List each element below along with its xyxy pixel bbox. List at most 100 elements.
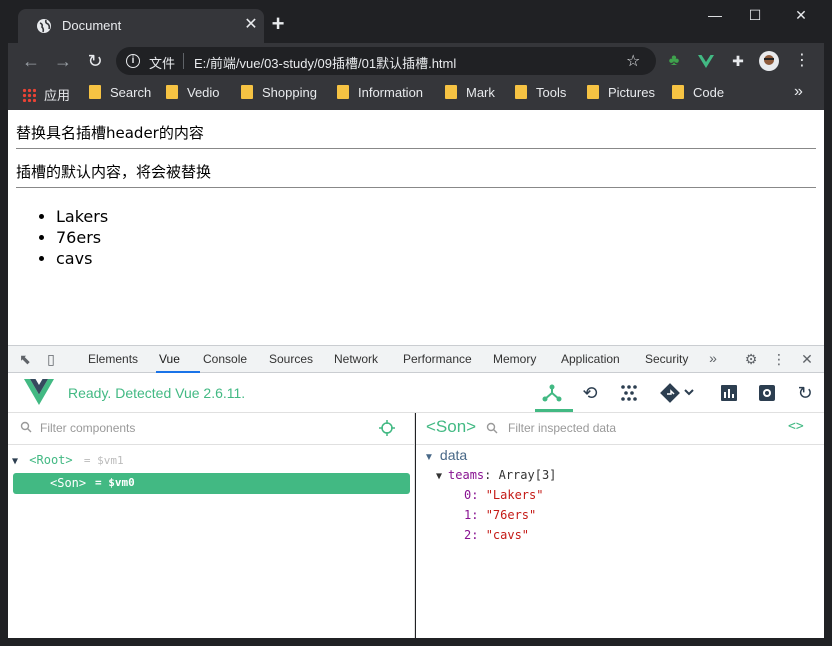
- son-vm-ref: = $vm0: [95, 476, 135, 489]
- folder-icon: [587, 85, 599, 99]
- bookmark-shopping[interactable]: Shopping: [241, 85, 317, 103]
- search-icon: [486, 422, 498, 434]
- root-vm-ref: = $vm1: [83, 454, 124, 467]
- close-window-button[interactable]: ✕: [786, 4, 816, 26]
- back-icon[interactable]: ←: [18, 48, 44, 74]
- bookmark-apps[interactable]: 应用: [22, 85, 70, 103]
- vuex-dots-icon[interactable]: [617, 381, 641, 405]
- collapse-arrow-icon[interactable]: ▼: [424, 452, 434, 463]
- default-slot-text: 插槽的默认内容，将会被替换: [16, 163, 212, 181]
- data-section-header[interactable]: ▼ data: [424, 447, 467, 463]
- bookmark-star-icon[interactable]: ☆: [626, 51, 640, 71]
- component-tree-pane: Filter components ▼ <Root> = $vm1 <Son> …: [8, 413, 415, 638]
- evernote-icon[interactable]: ♣: [664, 51, 684, 71]
- tab-memory[interactable]: Memory: [493, 352, 536, 366]
- history-icon[interactable]: ⟲: [578, 381, 602, 405]
- property-type: Array[3]: [498, 468, 557, 482]
- inspect-element-icon[interactable]: ⬉: [16, 350, 34, 368]
- routing-dropdown-icon[interactable]: [658, 381, 698, 405]
- folder-icon: [672, 85, 684, 99]
- inspected-component-title: <Son>: [426, 417, 477, 436]
- array-index: 0:: [464, 488, 479, 502]
- divider: [16, 148, 816, 149]
- filter-components-input[interactable]: Filter components: [40, 421, 135, 435]
- list-item: cavs: [56, 248, 108, 269]
- list-item: 76ers: [56, 227, 108, 248]
- inspector-header: <Son> Filter inspected data <>: [416, 413, 824, 445]
- chrome-menu-icon[interactable]: ⋮: [792, 51, 812, 71]
- page-viewport: 替换具名插槽header的内容 插槽的默认内容，将会被替换 Lakers 76e…: [8, 110, 824, 345]
- tab-sources[interactable]: Sources: [269, 352, 313, 366]
- bookmark-search[interactable]: Search: [89, 85, 151, 103]
- url-text[interactable]: E:/前端/vue/03-study/09插槽/01默认插槽.html: [194, 53, 456, 72]
- expand-arrow-icon[interactable]: ▼: [436, 471, 442, 482]
- search-icon: [20, 421, 32, 433]
- son-component-label: <Son>: [50, 476, 87, 490]
- inspect-dom-code-icon[interactable]: <>: [788, 419, 804, 434]
- settings-icon[interactable]: [755, 381, 779, 405]
- close-devtools-icon[interactable]: ✕: [798, 350, 816, 368]
- bookmark-label: Information: [358, 85, 424, 100]
- folder-icon: [166, 85, 178, 99]
- divider: [16, 187, 816, 188]
- refresh-icon[interactable]: ↻: [793, 381, 817, 405]
- array-index: 1:: [464, 508, 479, 522]
- vue-logo-icon: [24, 379, 54, 405]
- reload-icon[interactable]: ↻: [82, 48, 108, 74]
- expand-arrow-icon[interactable]: ▼: [12, 456, 18, 467]
- browser-tab[interactable]: Document ✕: [18, 9, 264, 43]
- bookmark-pictures[interactable]: Pictures: [587, 85, 655, 103]
- minimize-button[interactable]: —: [700, 4, 730, 26]
- bookmark-label: Search: [110, 85, 152, 100]
- bookmark-code[interactable]: Code: [672, 85, 724, 103]
- tab-performance[interactable]: Performance: [403, 352, 472, 366]
- folder-icon: [337, 85, 349, 99]
- active-view-indicator: [535, 409, 573, 412]
- bookmark-information[interactable]: Information: [337, 85, 423, 103]
- bookmark-mark[interactable]: Mark: [445, 85, 495, 103]
- components-tab-icon[interactable]: [540, 381, 564, 405]
- maximize-button[interactable]: ☐: [740, 4, 770, 26]
- tab-network[interactable]: Network: [334, 352, 378, 366]
- tab-vue[interactable]: Vue: [159, 352, 180, 366]
- select-component-target-icon[interactable]: [379, 420, 395, 436]
- tree-node-root[interactable]: ▼ <Root> = $vm1: [12, 453, 124, 467]
- new-tab-button[interactable]: +: [266, 12, 290, 38]
- window-border-left: [0, 0, 8, 646]
- filter-inspected-data-input[interactable]: Filter inspected data: [508, 421, 616, 435]
- teams-property-row[interactable]: ▼ teams: Array[3]: [436, 468, 556, 482]
- bookmark-tools[interactable]: Tools: [515, 85, 566, 103]
- browser-toolbar: ← → ↻ i 文件 E:/前端/vue/03-study/09插槽/01默认插…: [8, 43, 824, 79]
- extensions-puzzle-icon[interactable]: ✚: [728, 51, 748, 71]
- tree-node-son[interactable]: <Son> = $vm0: [13, 473, 410, 494]
- profile-avatar[interactable]: [759, 51, 779, 71]
- tab-title: Document: [62, 18, 122, 33]
- vue-devtools-extension-icon[interactable]: [696, 51, 716, 71]
- info-icon[interactable]: i: [126, 54, 140, 68]
- window-border-bottom: [0, 638, 832, 646]
- inspector-pane: <Son> Filter inspected data <> ▼ data ▼ te…: [416, 413, 824, 638]
- tab-console[interactable]: Console: [203, 352, 247, 366]
- header-slot-text: 替换具名插槽header的内容: [16, 124, 204, 142]
- tab-close-icon[interactable]: ✕: [242, 15, 260, 35]
- more-tabs-icon[interactable]: »: [704, 349, 722, 367]
- bookmark-label: Shopping: [262, 85, 317, 100]
- settings-gear-icon[interactable]: ⚙: [742, 350, 760, 368]
- address-bar[interactable]: i 文件 E:/前端/vue/03-study/09插槽/01默认插槽.html…: [116, 47, 656, 75]
- bookmark-label: Vedio: [187, 85, 220, 100]
- bookmarks-more-icon[interactable]: »: [794, 83, 803, 101]
- tab-elements[interactable]: Elements: [88, 352, 138, 366]
- forward-icon[interactable]: →: [50, 48, 76, 74]
- bookmark-vedio[interactable]: Vedio: [166, 85, 220, 103]
- folder-icon: [515, 85, 527, 99]
- devtools-menu-icon[interactable]: ⋮: [770, 350, 788, 368]
- tab-application[interactable]: Application: [561, 352, 620, 366]
- vue-devtools-header: Ready. Detected Vue 2.6.11. ⟲ ↻: [8, 373, 824, 413]
- bookmark-label: 应用: [44, 88, 71, 103]
- tab-security[interactable]: Security: [645, 352, 688, 366]
- array-index: 2:: [464, 528, 479, 542]
- performance-chart-icon[interactable]: [717, 381, 741, 405]
- device-toolbar-icon[interactable]: ▯: [42, 350, 60, 368]
- url-separator: [183, 53, 184, 69]
- bookmark-label: Mark: [466, 85, 495, 100]
